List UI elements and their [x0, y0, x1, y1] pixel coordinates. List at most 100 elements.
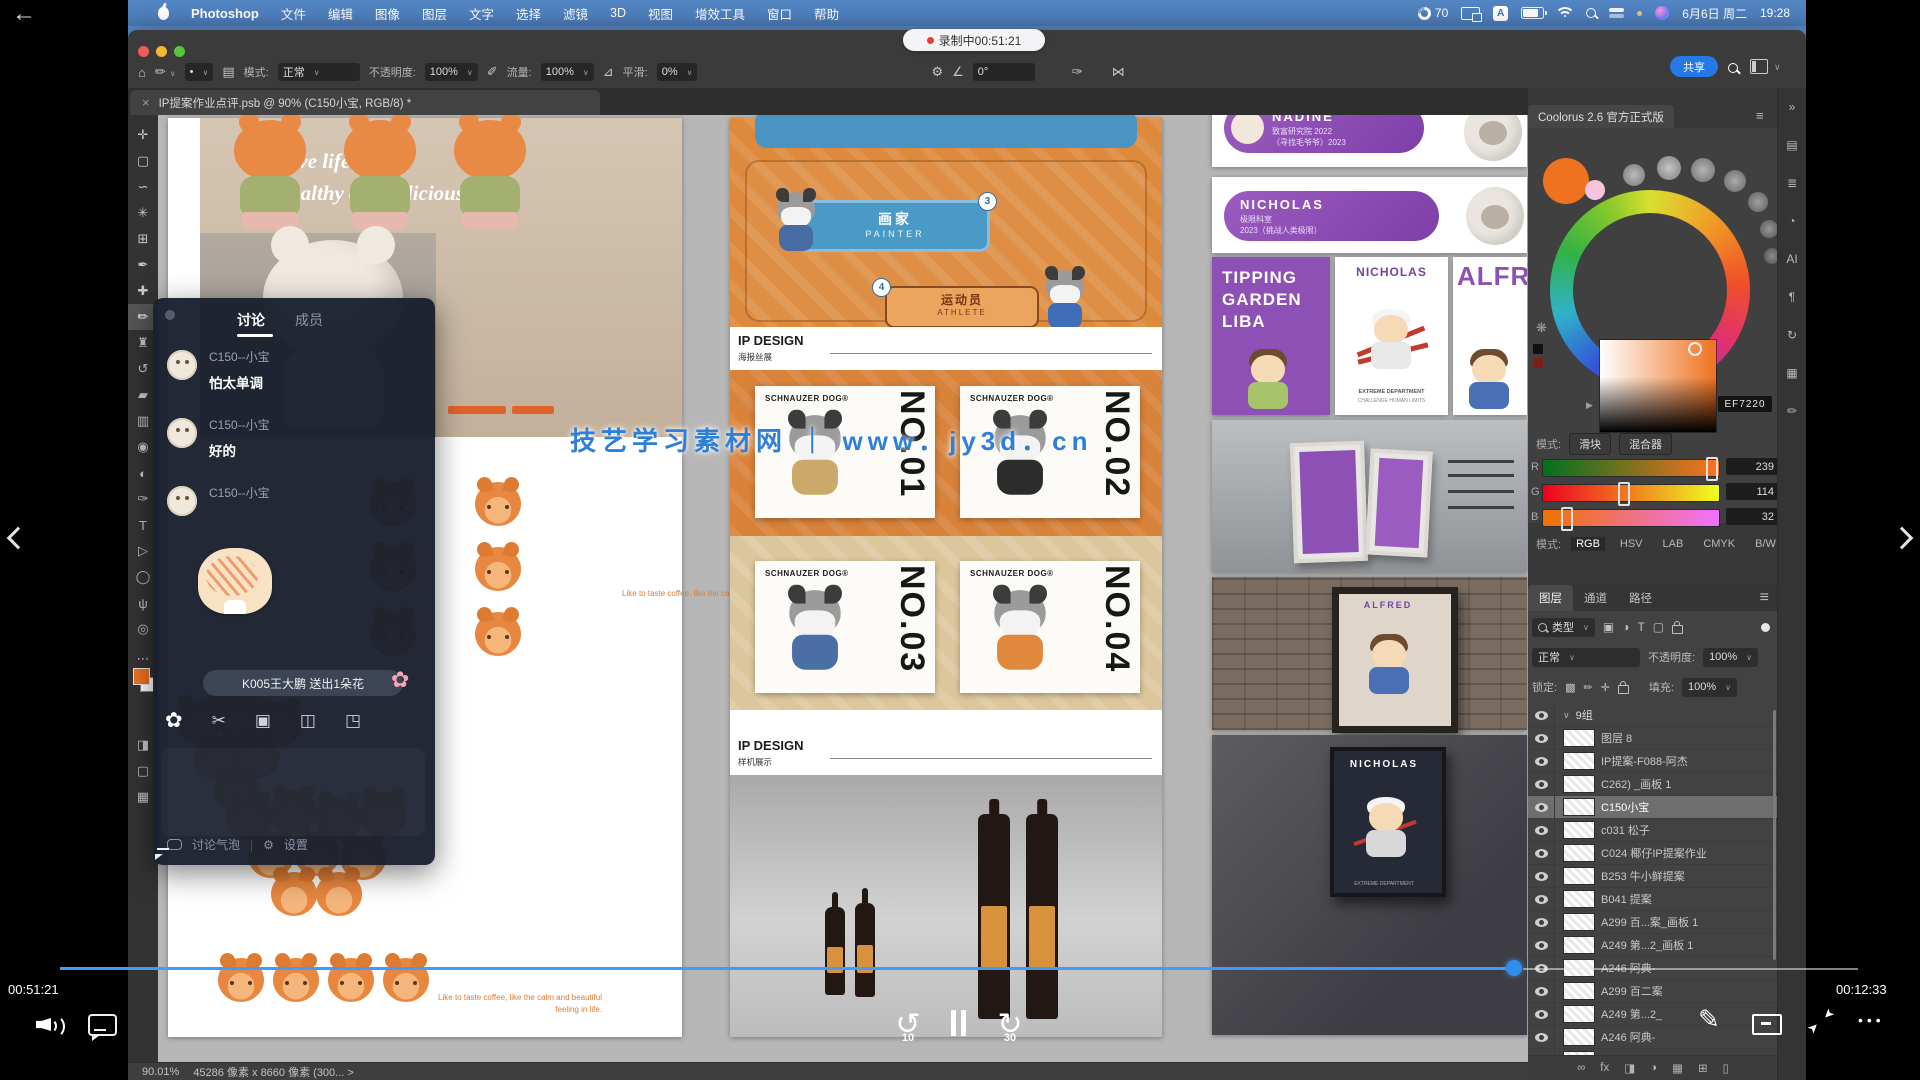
rewind-10-button[interactable]: ↺10	[890, 1008, 926, 1044]
layer-thumbnail[interactable]	[1564, 799, 1594, 815]
collapse-panels-icon[interactable]: »	[1789, 100, 1796, 114]
screen-note-icon[interactable]	[1752, 1014, 1782, 1035]
layer-filter-select[interactable]: 类型	[1532, 618, 1595, 637]
layer-row[interactable]: A249 第...2_画板 1	[1528, 934, 1778, 957]
brush-tip-picker[interactable]: •	[185, 63, 214, 81]
layer-row[interactable]: c031 松子	[1528, 819, 1778, 842]
menubar-menu-item[interactable]: 增效工具	[695, 4, 745, 23]
menubar-menu-item[interactable]: 文件	[281, 4, 306, 23]
menubar-menu-item[interactable]: 编辑	[328, 4, 353, 23]
brush-settings-folder-icon[interactable]: ▤	[222, 64, 234, 80]
paragraph-panel-icon[interactable]: ¶	[1789, 290, 1795, 304]
workspace-layout-caret[interactable]: ∨	[1774, 62, 1781, 73]
panel-menu-icon[interactable]: ≡	[1760, 589, 1778, 611]
airbrush-icon[interactable]: ⊿	[603, 64, 614, 80]
blend-mode-select[interactable]: 正常	[278, 63, 360, 81]
gray-swatch[interactable]	[1748, 192, 1768, 212]
gray-swatch[interactable]	[1657, 156, 1681, 180]
screenshot-scissors-button[interactable]: ✂	[212, 711, 226, 731]
brush-angle-input[interactable]: 0°	[973, 63, 1035, 81]
layer-row[interactable]: B041 提案	[1528, 888, 1778, 911]
layer-row[interactable]: C262) _画板 1	[1528, 773, 1778, 796]
foreground-color-swatch[interactable]	[133, 668, 150, 685]
avatar[interactable]	[167, 486, 197, 516]
layer-thumbnail[interactable]	[1564, 776, 1594, 792]
layer-filter-icon[interactable]: ◑	[1622, 620, 1629, 634]
layer-row[interactable]: C024 椰仔IP提案作业	[1528, 842, 1778, 865]
coolorus-mode-button[interactable]: 滑块	[1569, 433, 1611, 455]
document-tab[interactable]: × IP提案作业点评.psb @ 90% (C150小宝, RGB/8) *	[130, 90, 600, 115]
black-swatch[interactable]	[1533, 344, 1543, 354]
layer-thumbnail[interactable]	[1564, 753, 1594, 769]
zoom-window-button[interactable]	[174, 46, 185, 57]
control-center-icon[interactable]	[1609, 8, 1624, 18]
share-forward-button[interactable]: ◳	[345, 711, 361, 731]
menubar-menu-item[interactable]: 图层	[422, 4, 447, 23]
share-button[interactable]: 共享	[1670, 56, 1718, 77]
apple-logo-icon[interactable]	[158, 7, 169, 20]
wifi-icon[interactable]	[1557, 7, 1573, 19]
menubar-menu-item[interactable]: 滤镜	[563, 4, 588, 23]
smoothing-select[interactable]: 0%	[657, 63, 698, 81]
previous-chevron-icon[interactable]	[7, 527, 30, 550]
blend-mode-select[interactable]: 正常	[1532, 648, 1640, 667]
current-color-swatch[interactable]	[1543, 158, 1589, 204]
panel-drag-dot[interactable]	[165, 310, 175, 320]
adjustments-panel-icon[interactable]: ≣	[1787, 176, 1797, 190]
layer-group-icon[interactable]: ▦	[1672, 1061, 1683, 1075]
magic-wand-tool[interactable]: ✳	[128, 200, 158, 226]
menu-app-name[interactable]: Photoshop	[191, 6, 259, 21]
opacity-select[interactable]: 100%	[425, 63, 478, 81]
opacity-pressure-icon[interactable]: ✐	[487, 64, 498, 80]
color-space-option[interactable]: RGB	[1571, 537, 1605, 551]
color-space-option[interactable]: HSV	[1615, 537, 1648, 551]
link-layers-icon[interactable]: ∞	[1577, 1062, 1585, 1074]
layer-visibility-toggle[interactable]	[1528, 773, 1555, 795]
layer-row[interactable]: B253 牛小鲜提案	[1528, 865, 1778, 888]
layer-row[interactable]: C150小宝	[1528, 796, 1778, 819]
healing-brush-tool[interactable]: ✚	[128, 278, 158, 304]
libraries-panel-icon[interactable]: ◔	[1788, 214, 1795, 228]
layers-panel-tab[interactable]: 通道	[1573, 585, 1618, 611]
gray-swatch[interactable]	[1760, 220, 1778, 238]
settings-label[interactable]: 设置	[284, 836, 308, 853]
layer-style-icon[interactable]: fx	[1600, 1062, 1609, 1074]
green-slider[interactable]: G 114	[1528, 483, 1778, 503]
zoom-percent-field[interactable]: 90.01%	[142, 1066, 179, 1078]
layer-thumbnail[interactable]	[1564, 845, 1594, 861]
back-icon[interactable]: ←	[12, 0, 36, 28]
layer-thumbnail[interactable]	[1564, 868, 1594, 884]
layer-group-row[interactable]: ∨ 9组	[1528, 704, 1778, 727]
layer-thumbnail[interactable]	[1564, 1029, 1594, 1045]
gray-swatch[interactable]	[1724, 170, 1746, 192]
panel-menu-icon[interactable]: ≡	[1756, 108, 1764, 123]
layers-scrollbar[interactable]	[1773, 710, 1776, 960]
lock-position-icon[interactable]: ✛	[1601, 681, 1610, 694]
layer-row[interactable]: A246 阿典-	[1528, 1026, 1778, 1049]
menubar-menu-item[interactable]: 视图	[648, 4, 673, 23]
layer-row[interactable]: 图层 8	[1528, 727, 1778, 750]
smoothing-gear-icon[interactable]: ⚙	[931, 64, 943, 80]
chat-toggle-icon[interactable]	[88, 1014, 117, 1036]
layer-thumbnail[interactable]	[1564, 891, 1594, 907]
layer-mask-icon[interactable]: ◨	[1624, 1061, 1635, 1075]
menubar-menu-item[interactable]: 选择	[516, 4, 541, 23]
annotate-pencil-icon[interactable]: ✎	[1698, 1004, 1720, 1035]
tab-members[interactable]: 成员	[295, 310, 323, 330]
layer-visibility-toggle[interactable]	[1528, 796, 1555, 818]
battery-icon[interactable]	[1521, 7, 1544, 19]
layer-thumbnail[interactable]	[1564, 822, 1594, 838]
menubar-date[interactable]: 6月6日 周二	[1682, 5, 1747, 22]
lock-transparency-icon[interactable]: ▩	[1565, 681, 1575, 694]
ai-panel-icon[interactable]: AI	[1786, 252, 1797, 266]
home-icon[interactable]: ⌂	[138, 65, 146, 80]
lock-all-icon[interactable]	[1618, 685, 1629, 694]
layer-row[interactable]: A299 百...案_画板 1	[1528, 911, 1778, 934]
coolorus-mode-button[interactable]: 混合器	[1619, 433, 1672, 455]
menubar-menu-item[interactable]: 图像	[375, 4, 400, 23]
layer-visibility-toggle[interactable]	[1528, 911, 1555, 933]
marquee-tool[interactable]: ▢	[128, 148, 158, 174]
history-panel-icon[interactable]: ↻	[1787, 328, 1797, 342]
layer-row[interactable]: IP提案-F088-阿杰	[1528, 750, 1778, 773]
crop-tool[interactable]: ⊞	[128, 226, 158, 252]
